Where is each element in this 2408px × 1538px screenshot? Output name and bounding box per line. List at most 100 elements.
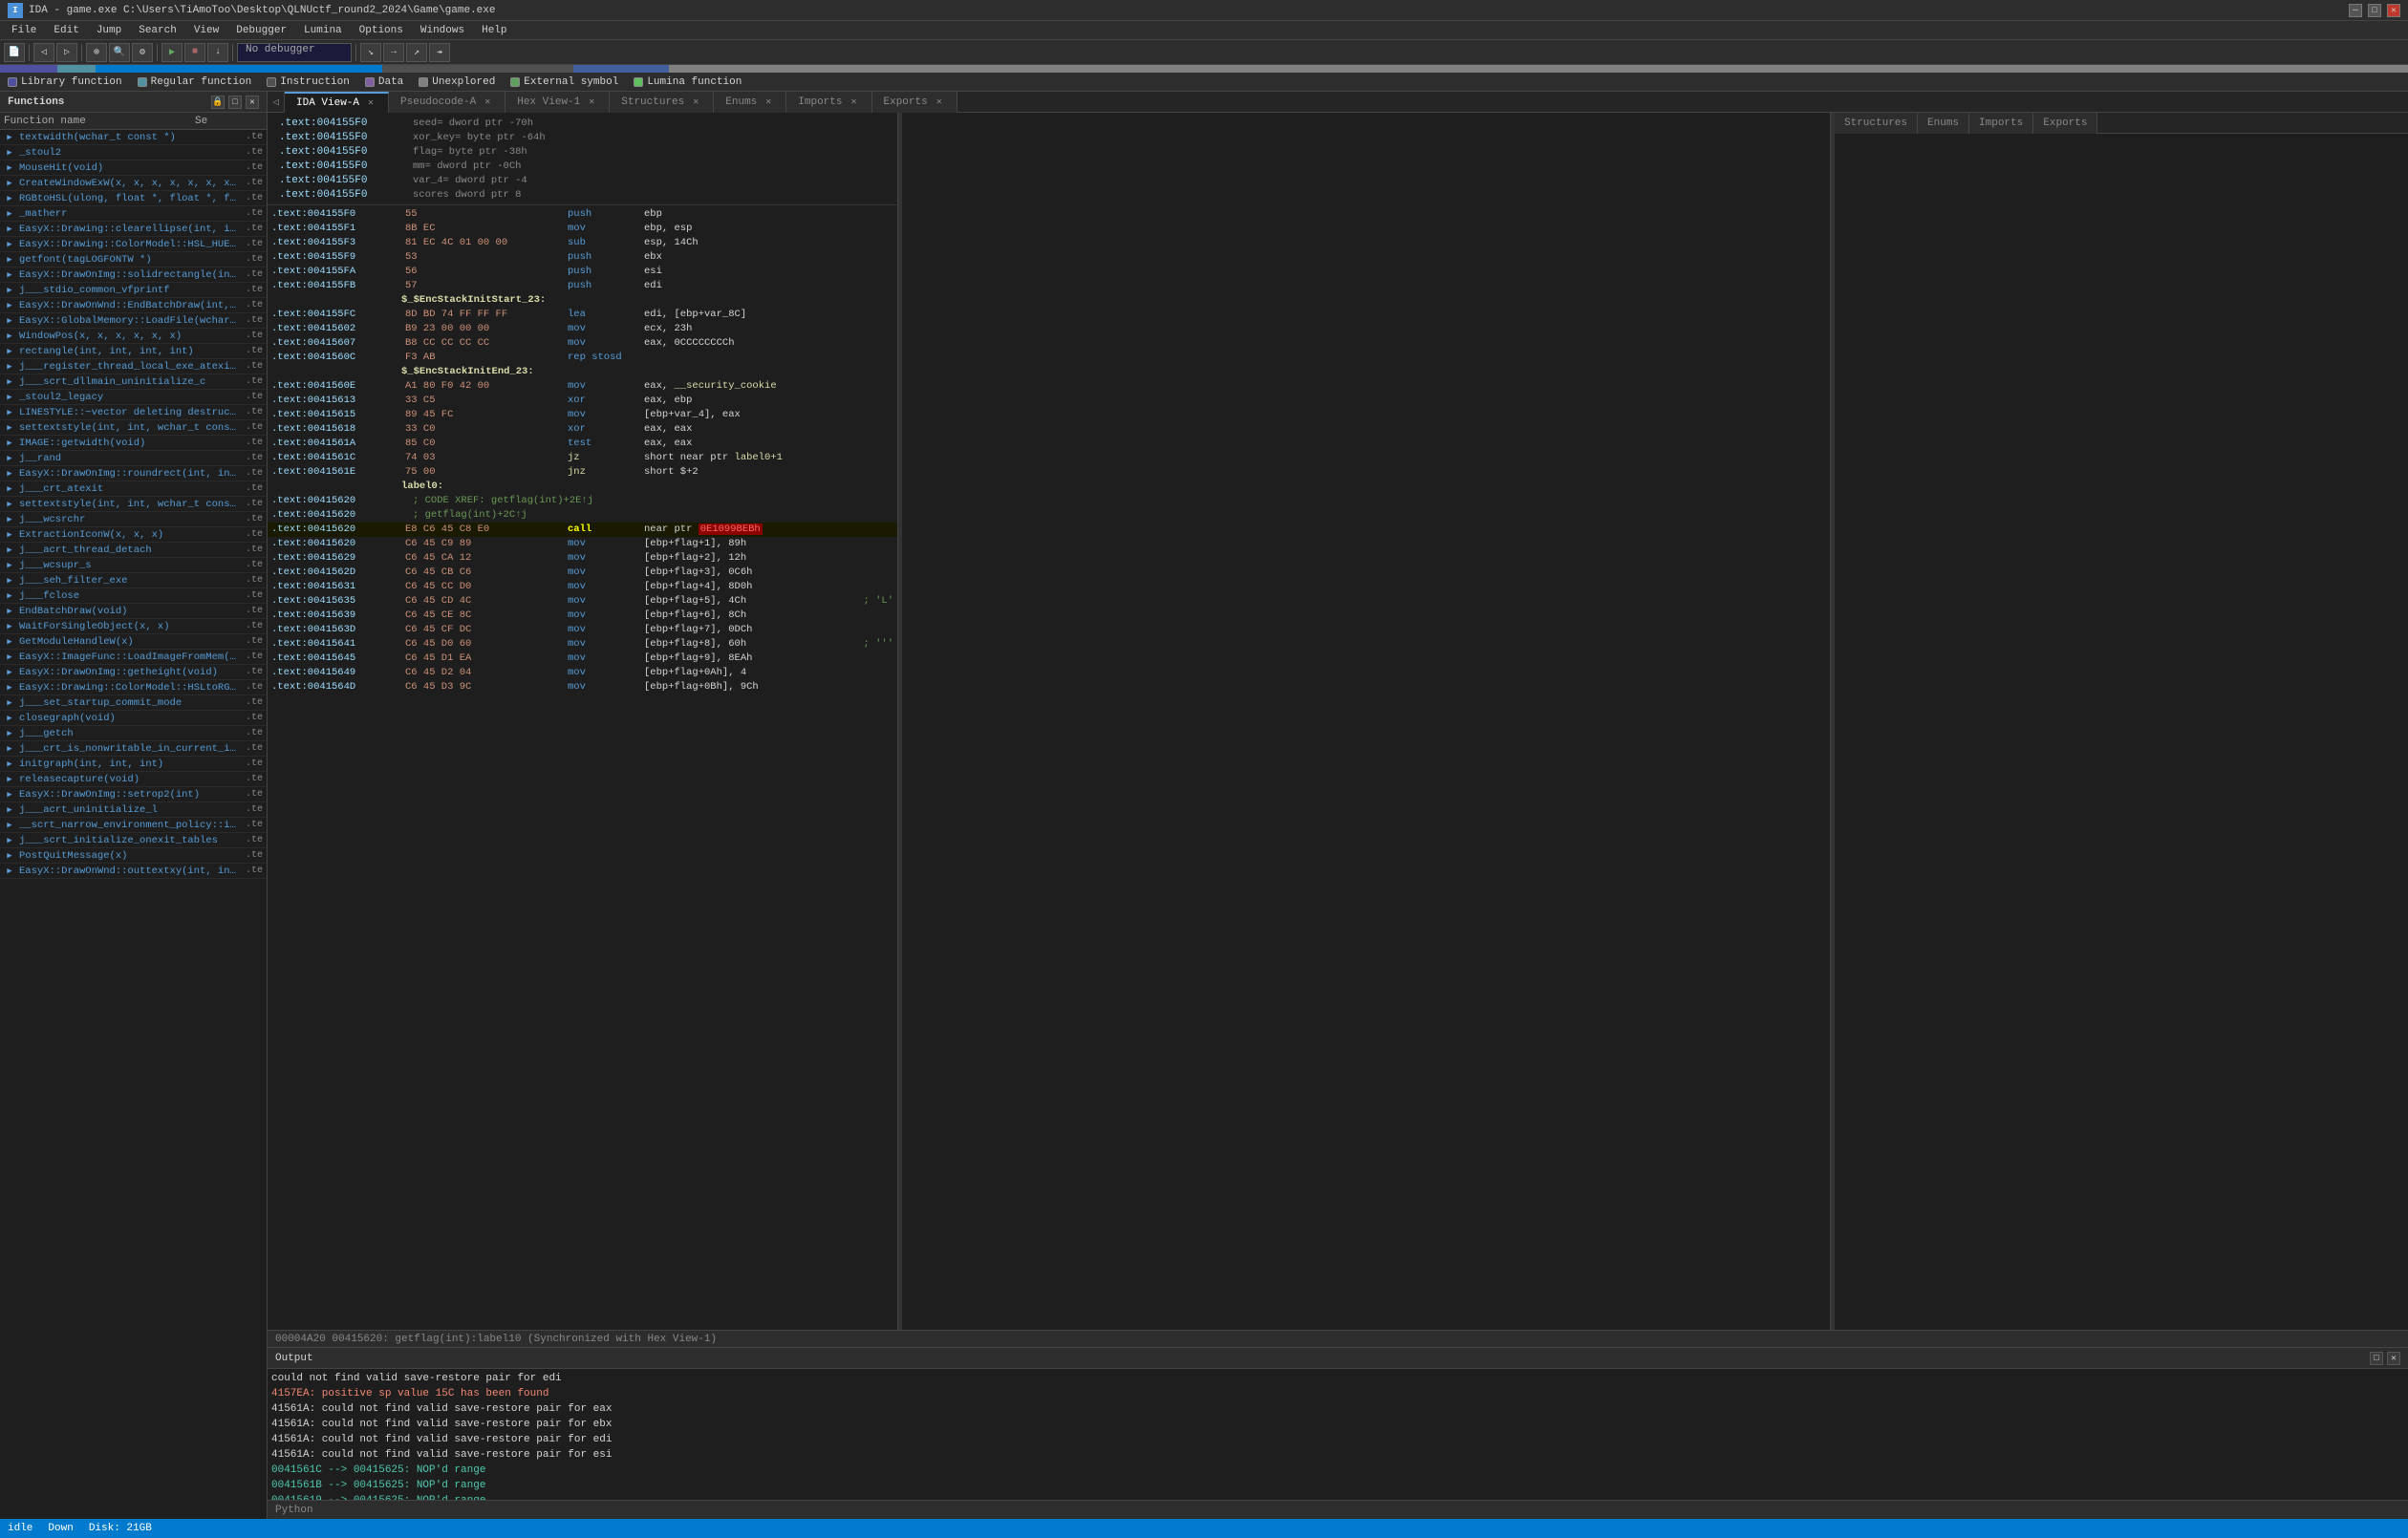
func-row-20[interactable]: ▶ IMAGE::getwidth(void) .te — [0, 436, 267, 451]
asm-row-24[interactable]: .text:00415620 C6 45 C9 89 mov [ebp+flag… — [268, 537, 897, 551]
asm-row-1[interactable]: .text:004155F1 8B EC mov ebp, esp — [268, 222, 897, 236]
menu-item-view[interactable]: View — [186, 21, 226, 40]
back-button[interactable]: ◁ — [33, 43, 54, 62]
func-row-6[interactable]: ▶ EasyX::Drawing::clearellipse(int, int,… — [0, 222, 267, 237]
stop-button[interactable]: ■ — [184, 43, 205, 62]
minimize-button[interactable]: ─ — [2349, 4, 2362, 17]
menu-item-lumina[interactable]: Lumina — [296, 21, 350, 40]
close-button[interactable]: ✕ — [2387, 4, 2400, 17]
asm-addr-25[interactable]: .text:00415629 — [271, 551, 405, 566]
tab-hex-view[interactable]: Hex View-1 ✕ — [505, 92, 610, 113]
asm-row-32[interactable]: .text:00415645 C6 45 D1 EA mov [ebp+flag… — [268, 652, 897, 666]
side-tab-exports[interactable]: Exports — [2033, 113, 2097, 134]
menu-item-file[interactable]: File — [4, 21, 44, 40]
output-expand-button[interactable]: □ — [2370, 1352, 2383, 1365]
func-row-1[interactable]: ▶ _stoul2 .te — [0, 145, 267, 160]
tab-enums-close[interactable]: ✕ — [763, 96, 774, 108]
ida-view-pane[interactable]: .text:004155F0seed= dword ptr -70h.text:… — [268, 113, 898, 1330]
forward-button[interactable]: ▷ — [56, 43, 77, 62]
asm-addr-10[interactable]: .text:0041560C — [271, 351, 405, 365]
menu-item-windows[interactable]: Windows — [413, 21, 472, 40]
asm-addr-23[interactable]: .text:00415620 — [271, 523, 405, 537]
func-row-18[interactable]: ▶ LINESTYLE::~vector deleting destructor… — [0, 405, 267, 420]
tab-enums[interactable]: Enums ✕ — [714, 92, 786, 113]
menu-item-debugger[interactable]: Debugger — [228, 21, 294, 40]
asm-addr-31[interactable]: .text:00415641 — [271, 637, 405, 652]
asm-row-5[interactable]: .text:004155FB 57 push edi — [268, 279, 897, 293]
func-row-19[interactable]: ▶ settextstyle(int, int, wchar_t const *… — [0, 420, 267, 436]
func-row-35[interactable]: ▶ EasyX::DrawOnImg::getheight(void) .te — [0, 665, 267, 680]
func-row-31[interactable]: ▶ EndBatchDraw(void) .te — [0, 604, 267, 619]
asm-row-13[interactable]: .text:00415613 33 C5 xor eax, ebp — [268, 394, 897, 408]
func-row-14[interactable]: ▶ rectangle(int, int, int, int) .te — [0, 344, 267, 359]
asm-row-3[interactable]: .text:004155F9 53 push ebx — [268, 250, 897, 265]
func-row-28[interactable]: ▶ j___wcsupr_s .te — [0, 558, 267, 573]
func-row-4[interactable]: ▶ RGBtoHSL(ulong, float *, float *, floa… — [0, 191, 267, 206]
asm-row-23[interactable]: .text:00415620 E8 C6 45 C8 E0 call near … — [268, 523, 897, 537]
func-row-26[interactable]: ▶ ExtractionIconW(x, x, x) .te — [0, 527, 267, 543]
side-tab-structures[interactable]: Structures — [1835, 113, 1918, 134]
asm-addr-14[interactable]: .text:00415615 — [271, 408, 405, 422]
asm-addr-13[interactable]: .text:00415613 — [271, 394, 405, 408]
run-button[interactable]: ▶ — [161, 43, 183, 62]
asm-row-10[interactable]: .text:0041560C F3 AB rep stosd — [268, 351, 897, 365]
asm-addr-8[interactable]: .text:00415602 — [271, 322, 405, 336]
new-button[interactable]: 📄 — [4, 43, 25, 62]
func-row-13[interactable]: ▶ WindowPos(x, x, x, x, x, x) .te — [0, 329, 267, 344]
menu-item-options[interactable]: Options — [352, 21, 411, 40]
func-row-24[interactable]: ▶ settextstyle(int, int, wchar_t const *… — [0, 497, 267, 512]
func-row-15[interactable]: ▶ j___register_thread_local_exe_atexit_c… — [0, 359, 267, 374]
step-into-button[interactable]: ↘ — [360, 43, 381, 62]
side-tab-imports[interactable]: Imports — [1969, 113, 2033, 134]
func-row-37[interactable]: ▶ j___set_startup_commit_mode .te — [0, 695, 267, 711]
asm-row-15[interactable]: .text:00415618 33 C0 xor eax, eax — [268, 422, 897, 437]
asm-row-25[interactable]: .text:00415629 C6 45 CA 12 mov [ebp+flag… — [268, 551, 897, 566]
asm-row-2[interactable]: .text:004155F3 81 EC 4C 01 00 00 sub esp… — [268, 236, 897, 250]
func-row-17[interactable]: ▶ _stoul2_legacy .te — [0, 390, 267, 405]
asm-addr-29[interactable]: .text:00415639 — [271, 609, 405, 623]
func-row-27[interactable]: ▶ j___acrt_thread_detach .te — [0, 543, 267, 558]
tab-structures[interactable]: Structures ✕ — [610, 92, 714, 113]
functions-lock-button[interactable]: 🔒 — [211, 96, 225, 109]
menu-item-help[interactable]: Help — [474, 21, 514, 40]
asm-addr-16[interactable]: .text:0041561A — [271, 437, 405, 451]
tab-nav-left[interactable]: ◁ — [268, 92, 285, 113]
func-row-21[interactable]: ▶ j__rand .te — [0, 451, 267, 466]
step-out-button[interactable]: ↗ — [406, 43, 427, 62]
func-row-25[interactable]: ▶ j___wcsrchr .te — [0, 512, 267, 527]
title-controls[interactable]: ─ □ ✕ — [2349, 4, 2400, 17]
asm-row-16[interactable]: .text:0041561A 85 C0 test eax, eax — [268, 437, 897, 451]
func-row-39[interactable]: ▶ j___getch .te — [0, 726, 267, 741]
func-row-9[interactable]: ▶ EasyX::DrawOnImg::solidrectangle(int, … — [0, 267, 267, 283]
func-row-11[interactable]: ▶ EasyX::DrawOnWnd::EndBatchDraw(int, in… — [0, 298, 267, 313]
func-row-22[interactable]: ▶ EasyX::DrawOnImg::roundrect(int, int, … — [0, 466, 267, 481]
search-button[interactable]: 🔍 — [109, 43, 130, 62]
side-tab-enums[interactable]: Enums — [1918, 113, 1969, 134]
step-over-button[interactable]: → — [383, 43, 404, 62]
menu-item-search[interactable]: Search — [131, 21, 184, 40]
step-button[interactable]: ↓ — [207, 43, 228, 62]
debugger-selector[interactable]: No debugger — [237, 43, 352, 62]
func-row-7[interactable]: ▶ EasyX::Drawing::ColorModel::HSL_HUEtoR… — [0, 237, 267, 252]
func-row-0[interactable]: ▶ textwidth(wchar_t const *) .te — [0, 130, 267, 145]
tab-exports[interactable]: Exports ✕ — [872, 92, 957, 113]
asm-addr-32[interactable]: .text:00415645 — [271, 652, 405, 666]
asm-addr-30[interactable]: .text:0041563D — [271, 623, 405, 637]
asm-addr-26[interactable]: .text:0041562D — [271, 566, 405, 580]
func-row-48[interactable]: ▶ EasyX::DrawOnWnd::outtextxy(int, int, … — [0, 864, 267, 879]
asm-addr-0[interactable]: .text:004155F0 — [271, 207, 405, 222]
hex-view-pane[interactable] — [902, 113, 1831, 1330]
asm-row-33[interactable]: .text:00415649 C6 45 D2 04 mov [ebp+flag… — [268, 666, 897, 680]
tab-ida-view[interactable]: IDA View-A ✕ — [285, 92, 389, 113]
tab-bar-top[interactable]: ◁ IDA View-A ✕ Pseudocode-A ✕ Hex View-1… — [268, 92, 2408, 113]
func-row-12[interactable]: ▶ EasyX::GlobalMemory::LoadFile(wchar_t … — [0, 313, 267, 329]
func-row-46[interactable]: ▶ j___scrt_initialize_onexit_tables .te — [0, 833, 267, 848]
maximize-button[interactable]: □ — [2368, 4, 2381, 17]
asm-row-7[interactable]: .text:004155FC 8D BD 74 FF FF FF lea edi… — [268, 308, 897, 322]
run-to-button[interactable]: ↠ — [429, 43, 450, 62]
asm-row-17[interactable]: .text:0041561C 74 03 jz short near ptr l… — [268, 451, 897, 465]
asm-addr-15[interactable]: .text:00415618 — [271, 422, 405, 437]
func-row-33[interactable]: ▶ GetModuleHandleW(x) .te — [0, 634, 267, 650]
func-row-40[interactable]: ▶ j___crt_is_nonwritable_in_current_imag… — [0, 741, 267, 757]
asm-addr-17[interactable]: .text:0041561C — [271, 451, 405, 465]
